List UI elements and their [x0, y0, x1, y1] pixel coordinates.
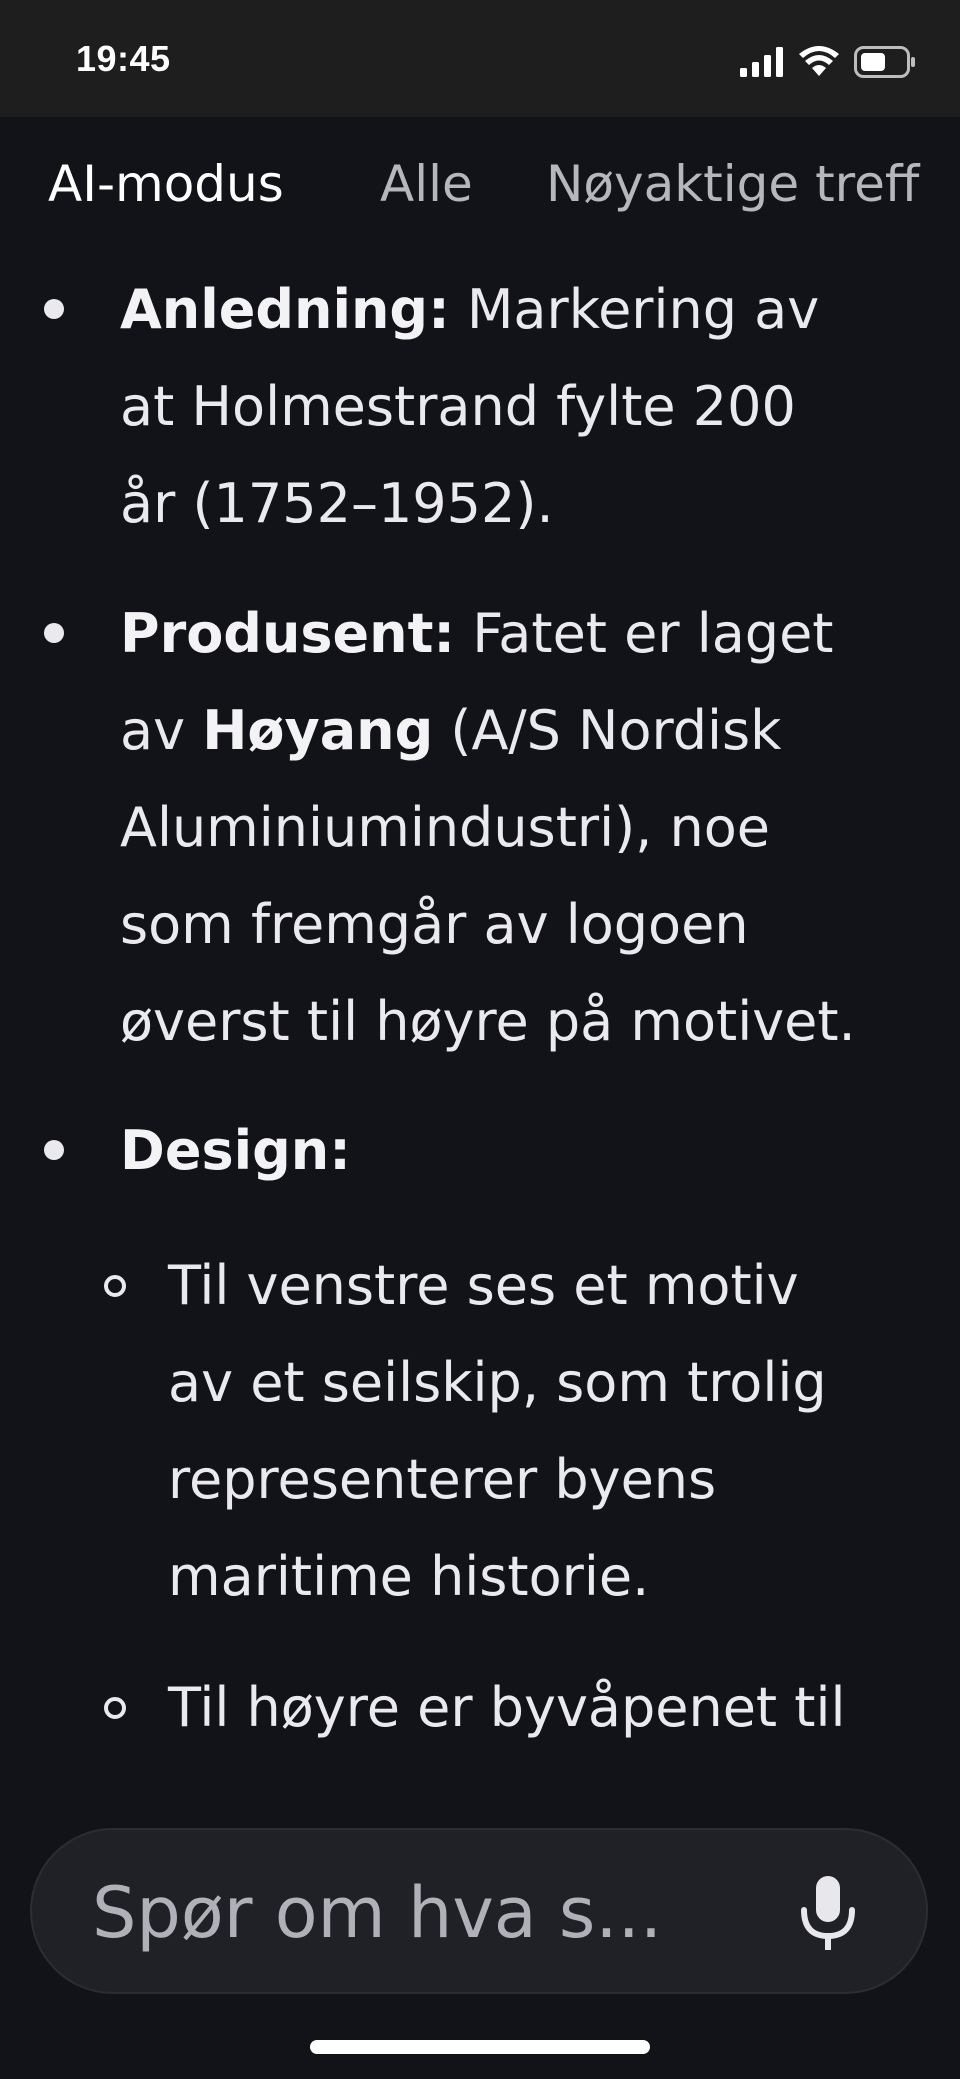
search-mode-tabs: AI-modus Alle Nøyaktige treff	[0, 117, 960, 257]
occasion-label: Anledning:	[120, 278, 450, 341]
list-item-occasion: Anledning: Markering av at Holmestrand f…	[120, 261, 920, 552]
status-time: 19:45	[76, 38, 171, 79]
sub-item-text-line: representerer byens	[168, 1448, 717, 1511]
sub-list-item-coat-of-arms: Til høyre er byvåpenet til	[168, 1659, 928, 1756]
producer-text: (A/S Nordisk	[433, 699, 782, 762]
bullet-dot	[44, 299, 64, 319]
sub-list-item-ship: Til venstre ses et motiv av et seilskip,…	[168, 1237, 928, 1625]
list-item-design: Design:	[120, 1102, 920, 1199]
bullet-dot	[44, 623, 64, 643]
sub-item-text-line: Til høyre er byvåpenet til	[168, 1676, 846, 1739]
occasion-text-line: at Holmestrand fylte 200	[120, 375, 796, 438]
microphone-icon[interactable]	[792, 1874, 864, 1954]
occasion-text-line: år (1752–1952).	[120, 472, 554, 535]
producer-text-line: Aluminiumindustri), noe	[120, 796, 770, 859]
producer-text: Fatet er laget	[455, 602, 834, 665]
producer-text-line: øverst til høyre på motivet.	[120, 990, 856, 1053]
ai-answer-content: Anledning: Markering av at Holmestrand f…	[0, 257, 960, 1797]
battery-icon	[854, 46, 915, 78]
tab-exact-matches[interactable]: Nøyaktige treff	[546, 155, 919, 213]
sub-bullet-ring	[104, 1275, 126, 1297]
tab-all[interactable]: Alle	[380, 155, 473, 213]
producer-brand: Høyang	[202, 699, 434, 762]
design-label: Design:	[120, 1119, 351, 1182]
home-indicator[interactable]	[310, 2040, 650, 2054]
list-item-producer: Produsent: Fatet er laget av Høyang (A/S…	[120, 585, 920, 1070]
sub-item-text-line: av et seilskip, som trolig	[168, 1351, 827, 1414]
producer-label: Produsent:	[120, 602, 456, 665]
sub-item-text-line: Til venstre ses et motiv	[168, 1254, 799, 1317]
ask-input-placeholder[interactable]: Spør om hva s...	[92, 1872, 662, 1954]
sub-item-text-line: maritime historie.	[168, 1545, 650, 1608]
status-bar: 19:45	[0, 0, 960, 117]
ask-input-bar[interactable]: Spør om hva s...	[30, 1828, 928, 1994]
sub-bullet-ring	[104, 1697, 126, 1719]
signal-icon	[740, 47, 783, 77]
bullet-dot	[44, 1140, 64, 1160]
occasion-text: Markering av	[449, 278, 820, 341]
wifi-icon	[799, 46, 839, 76]
tab-ai-mode[interactable]: AI-modus	[48, 155, 284, 213]
producer-text-line: som fremgår av logoen	[120, 893, 749, 956]
status-icons	[740, 44, 916, 80]
producer-text: av	[120, 699, 203, 762]
